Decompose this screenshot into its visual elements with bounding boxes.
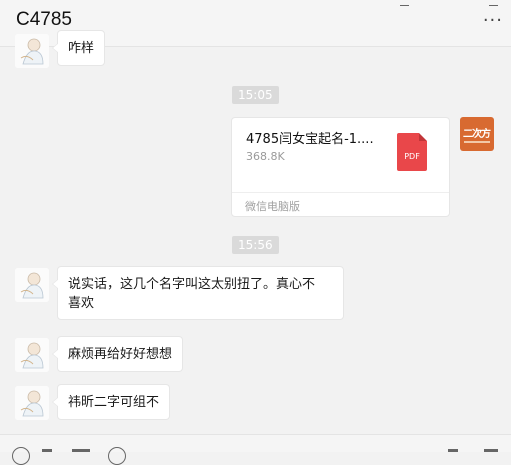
message-text: 祎昕二字可组不 (68, 395, 160, 410)
message-text: 咋样 (68, 41, 95, 56)
timestamp: 15:56 (232, 236, 279, 254)
chat-history-icon[interactable] (108, 447, 126, 465)
message-bubble[interactable]: 咋样 (51, 30, 106, 66)
window-control-icon[interactable] (489, 0, 498, 6)
contact-avatar[interactable] (15, 34, 49, 68)
message-bubble[interactable]: 说实话，这几个名字叫这太别扭了。真心不 喜欢 (52, 266, 344, 320)
file-type-label: PDF (404, 152, 420, 161)
avatar-logo-text: 二次方 (463, 129, 491, 140)
message-text-line: 喜欢 (68, 296, 95, 311)
file-message-card[interactable]: 4785闫女宝起名-1.... 368.8K PDF 微信电脑版 (231, 117, 450, 217)
message-bubble[interactable]: 祎昕二字可组不 (51, 384, 171, 420)
timestamp: 15:05 (232, 86, 279, 104)
timestamp-text: 15:05 (238, 88, 273, 102)
timestamp-text: 15:56 (238, 238, 273, 252)
divider (232, 192, 449, 193)
contact-avatar[interactable] (15, 386, 49, 420)
self-avatar[interactable]: 二次方 (460, 117, 494, 151)
file-source: 微信电脑版 (245, 200, 300, 213)
avatar-logo-line (464, 141, 490, 143)
contact-avatar[interactable] (15, 338, 49, 372)
input-toolbar (0, 434, 511, 465)
file-size: 368.8K (246, 150, 285, 163)
minimize-icon[interactable] (400, 0, 409, 6)
emoji-icon[interactable] (12, 447, 30, 465)
message-text-line: 说实话，这几个名字叫这太别扭了。真心不 (68, 277, 316, 292)
message-bubble[interactable]: 麻烦再给好好想想 (51, 336, 184, 372)
chat-title: C4785 (16, 9, 72, 30)
more-options-icon[interactable]: ··· (483, 10, 503, 31)
message-text: 麻烦再给好好想想 (68, 347, 173, 362)
contact-avatar[interactable] (15, 268, 49, 302)
pdf-file-icon: PDF (397, 133, 427, 171)
file-name: 4785闫女宝起名-1.... (246, 132, 374, 147)
